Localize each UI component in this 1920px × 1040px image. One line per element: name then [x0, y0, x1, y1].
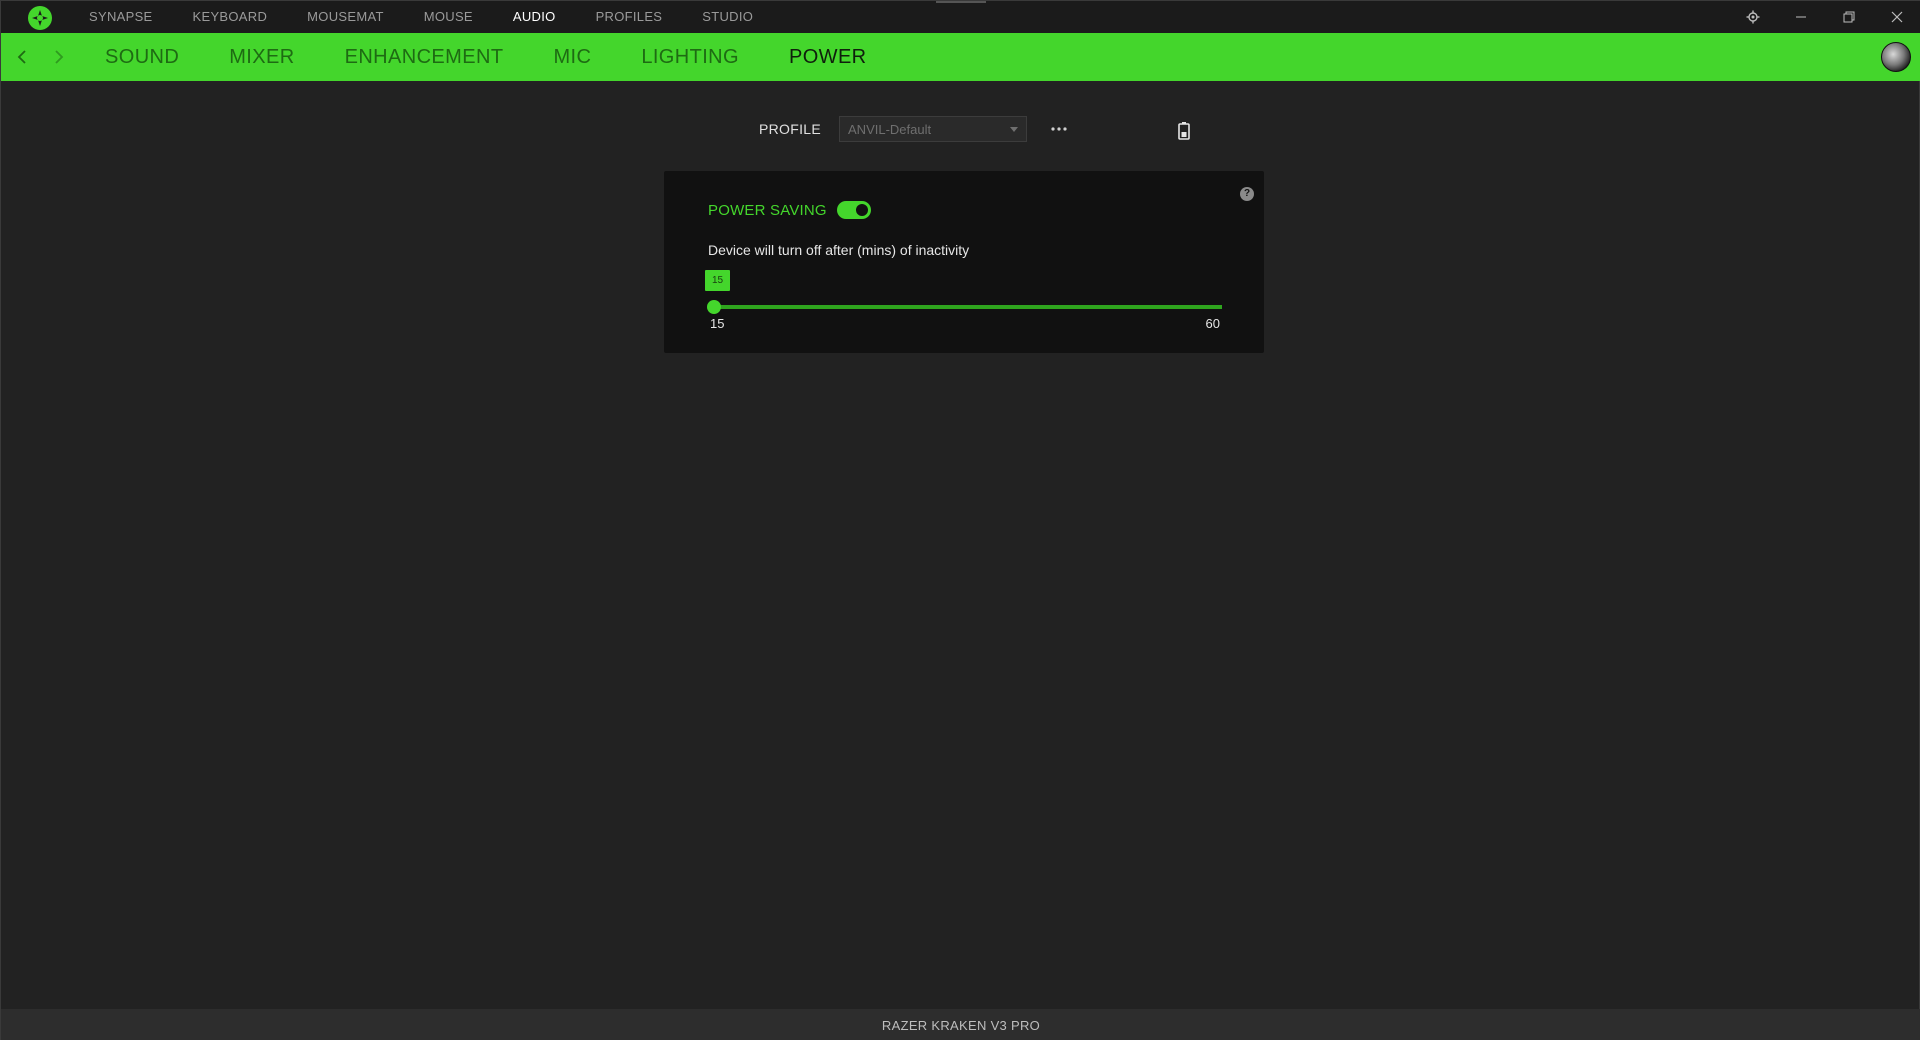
topnav-profiles[interactable]: PROFILES — [596, 1, 663, 33]
power-saving-label: POWER SAVING — [708, 201, 827, 219]
back-arrow-icon — [17, 50, 26, 64]
tab-mic[interactable]: MIC — [553, 46, 591, 69]
profile-more-button[interactable] — [1047, 117, 1071, 141]
settings-button[interactable] — [1729, 1, 1777, 33]
topnav-audio[interactable]: AUDIO — [513, 1, 556, 33]
power-saving-row: POWER SAVING — [708, 201, 871, 219]
profile-dropdown[interactable]: ANVIL-Default — [839, 116, 1028, 142]
inactivity-slider-thumb[interactable] — [707, 300, 721, 314]
tab-lighting[interactable]: LIGHTING — [641, 46, 739, 69]
title-bar: SYNAPSE KEYBOARD MOUSEMAT MOUSE AUDIO PR… — [1, 1, 1920, 33]
slider-max-label: 60 — [1205, 316, 1220, 331]
profile-label: PROFILE — [759, 121, 822, 137]
more-icon — [1051, 127, 1067, 131]
slider-min-label: 15 — [710, 316, 725, 331]
topnav-mousemat[interactable]: MOUSEMAT — [307, 1, 384, 33]
tab-mixer[interactable]: MIXER — [229, 46, 294, 69]
help-icon[interactable]: ? — [1240, 187, 1254, 201]
profile-dropdown-value: ANVIL-Default — [848, 121, 932, 137]
top-nav: SYNAPSE KEYBOARD MOUSEMAT MOUSE AUDIO PR… — [89, 1, 793, 33]
restore-icon — [1843, 11, 1855, 23]
avatar[interactable] — [1881, 42, 1911, 72]
topnav-studio[interactable]: STUDIO — [702, 1, 753, 33]
topnav-mouse[interactable]: MOUSE — [424, 1, 473, 33]
inactivity-description: Device will turn off after (mins) of ina… — [708, 242, 970, 258]
inactivity-slider-track[interactable] — [714, 305, 1222, 309]
tab-power[interactable]: POWER — [789, 46, 867, 69]
device-name: RAZER KRAKEN V3 PRO — [881, 1017, 1041, 1033]
forward-arrow-icon — [55, 50, 64, 64]
drag-handle[interactable] — [936, 1, 986, 3]
toggle-knob — [855, 204, 868, 216]
battery-icon — [1178, 122, 1190, 140]
close-icon — [1891, 11, 1903, 23]
close-button[interactable] — [1873, 1, 1920, 33]
power-saving-card: ? POWER SAVING Device will turn off afte… — [664, 171, 1264, 353]
minimize-button[interactable] — [1777, 1, 1825, 33]
chevron-down-icon — [1010, 127, 1019, 132]
window-controls — [1729, 1, 1920, 33]
topnav-keyboard[interactable]: KEYBOARD — [193, 1, 268, 33]
razer-logo-icon[interactable] — [27, 5, 53, 31]
profile-row: PROFILE ANVIL-Default — [759, 115, 1071, 143]
sub-tabs: SOUND MIXER ENHANCEMENT MIC LIGHTING POW… — [105, 33, 917, 81]
restore-button[interactable] — [1825, 1, 1873, 33]
topnav-synapse[interactable]: SYNAPSE — [89, 1, 153, 33]
sub-nav: SOUND MIXER ENHANCEMENT MIC LIGHTING POW… — [1, 33, 1920, 81]
slider-value-tooltip: 15 — [705, 270, 730, 291]
power-saving-toggle[interactable] — [836, 201, 871, 219]
settings-icon — [1746, 10, 1760, 24]
minimize-icon — [1796, 16, 1806, 18]
tab-enhancement[interactable]: ENHANCEMENT — [345, 46, 504, 69]
tab-sound[interactable]: SOUND — [105, 46, 179, 69]
app-window: SYNAPSE KEYBOARD MOUSEMAT MOUSE AUDIO PR… — [0, 0, 1920, 1040]
forward-button[interactable] — [47, 45, 71, 69]
status-footer: RAZER KRAKEN V3 PRO — [1, 1009, 1920, 1040]
back-button[interactable] — [10, 45, 34, 69]
